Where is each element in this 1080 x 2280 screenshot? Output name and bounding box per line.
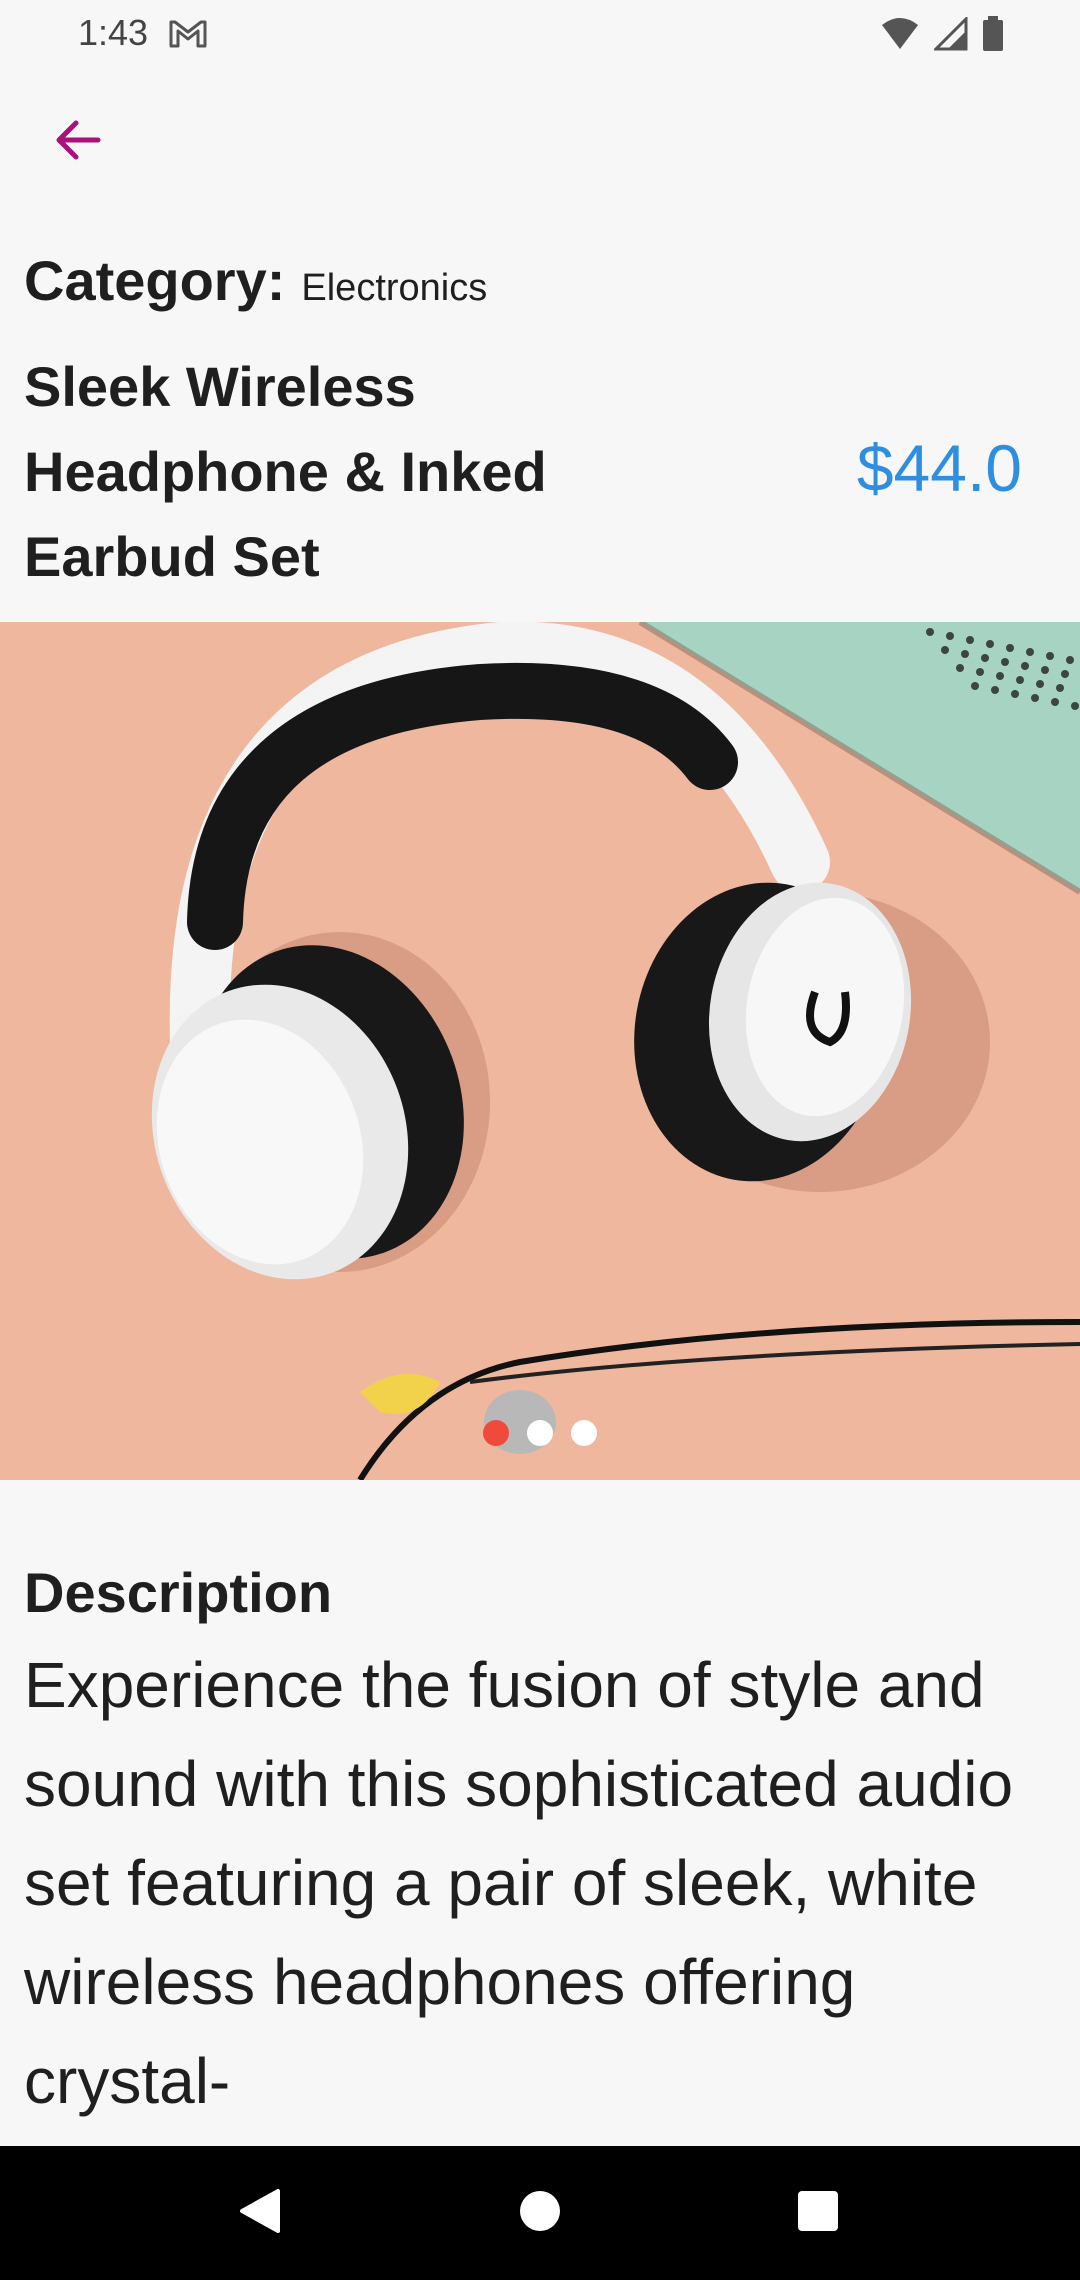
nav-recents-button[interactable] [758, 2146, 878, 2280]
product-image-carousel[interactable] [0, 622, 1080, 1480]
carousel-dot-2[interactable] [527, 1420, 553, 1446]
back-button[interactable] [40, 108, 116, 176]
description-text: Experience the fusion of style and sound… [24, 1649, 1014, 2117]
product-price: $44.0 [856, 431, 1022, 505]
category-value: Electronics [301, 267, 488, 309]
gmail-icon [168, 18, 208, 55]
category-label: Category: [24, 249, 286, 312]
status-time: 1:43 [78, 12, 149, 53]
product-title: Sleek Wireless Headphone & Inked Earbud … [24, 355, 547, 588]
nav-back-button[interactable] [200, 2146, 320, 2280]
carousel-dots [0, 1420, 1080, 1446]
carousel-dot-1[interactable] [483, 1420, 509, 1446]
carousel-dot-3[interactable] [571, 1420, 597, 1446]
product-image [0, 622, 1080, 1480]
status-icons [880, 15, 1004, 57]
description-heading: Description [24, 1561, 333, 1624]
signal-icon [932, 15, 968, 56]
back-triangle-icon [238, 2187, 282, 2240]
nav-home-button[interactable] [480, 2146, 600, 2280]
home-circle-icon [518, 2189, 562, 2238]
system-nav-bar [0, 2146, 1080, 2280]
status-bar: 1:43 [0, 0, 1080, 70]
category-row: Category: Electronics [24, 248, 487, 313]
arrow-left-icon [54, 118, 102, 167]
recents-square-icon [797, 2190, 839, 2237]
battery-icon [982, 16, 1004, 57]
wifi-icon [880, 17, 920, 56]
